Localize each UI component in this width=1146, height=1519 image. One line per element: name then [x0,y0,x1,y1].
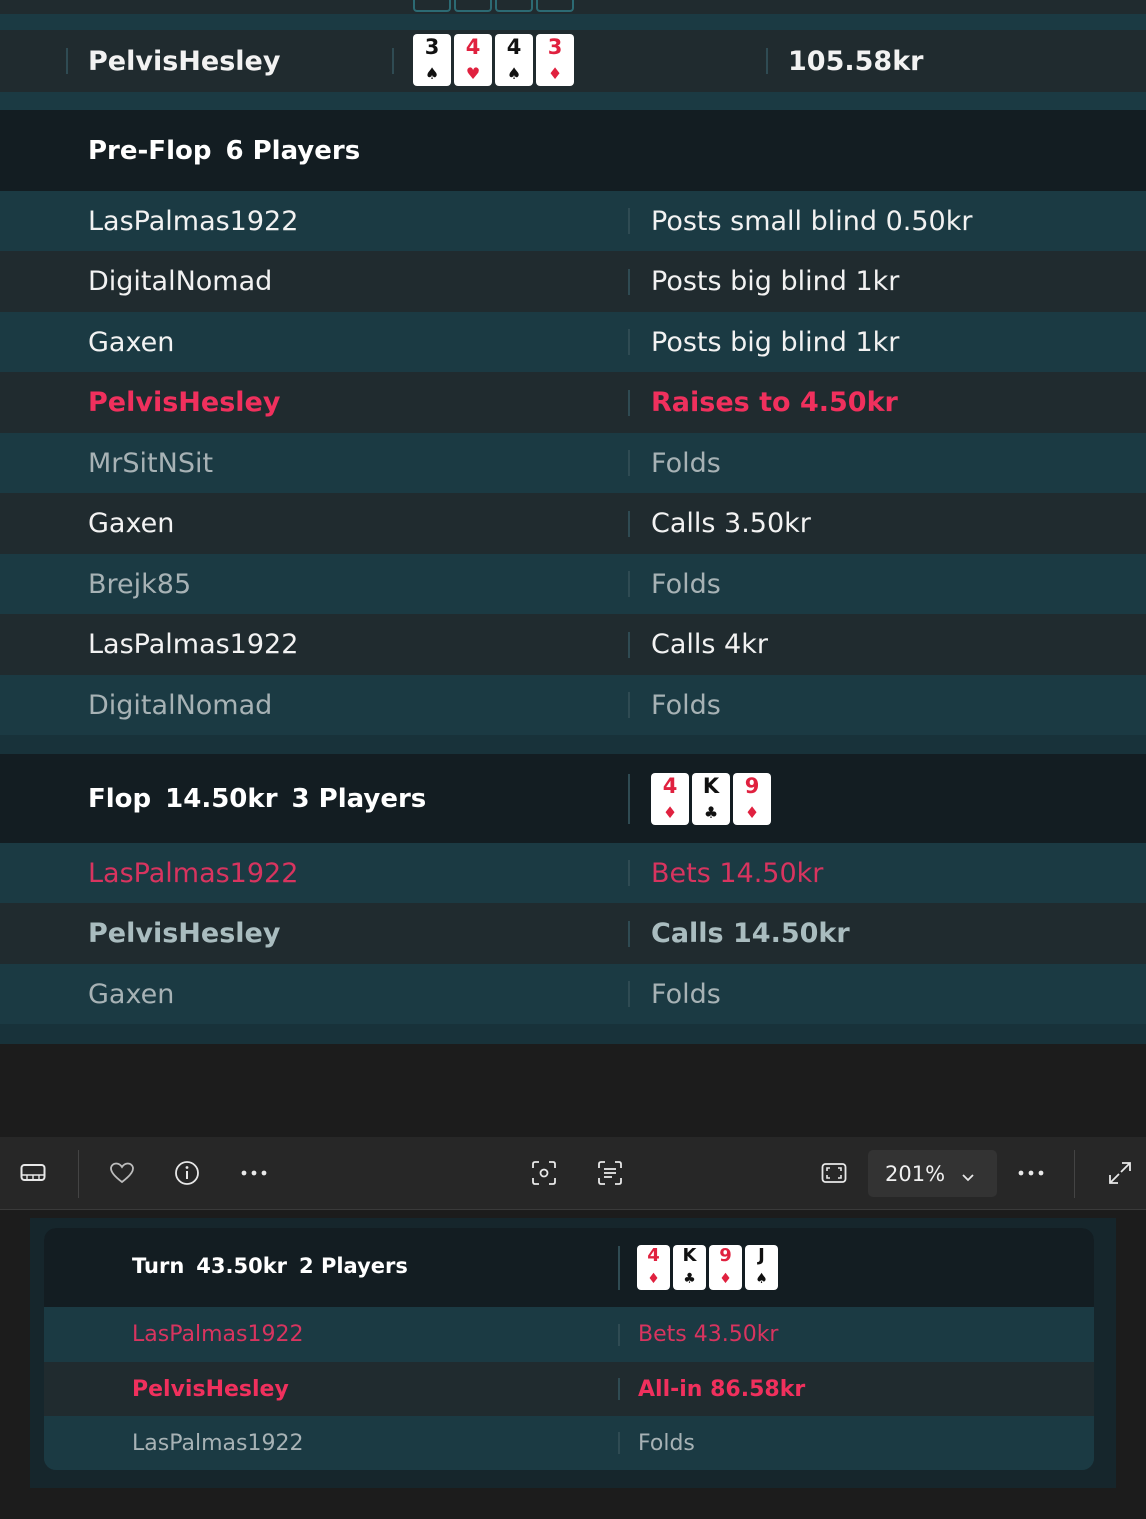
action-row: LasPalmas1922 Bets 43.50kr [44,1307,1094,1362]
expand-icon[interactable] [1106,1159,1134,1187]
playing-card: 4 ♠ [495,34,533,86]
playing-card: 4 ♦ [651,773,689,825]
player-name: MrSitNSit [88,447,214,479]
board-cards: 4 ♦ K ♣ 9 ♦ J ♠ [637,1245,778,1290]
action-row: Gaxen Folds [0,964,1146,1024]
action-text: Calls 4kr [651,629,768,660]
action-row: Brejk85 Folds [0,554,1146,614]
filmstrip-icon[interactable] [18,1158,48,1188]
street-header-turn: Turn 43.50kr 2 Players 4 ♦ K ♣ 9 ♦ J ♠ [44,1228,1094,1307]
info-icon[interactable] [173,1159,201,1187]
viewer-toolbar: 201% [0,1137,1146,1210]
player-count: 3 Players [291,783,427,814]
playing-card: 4 ♥ [454,34,492,86]
playing-card: 3 ♠ [413,34,451,86]
action-row: Gaxen Posts big blind 1kr [0,312,1146,372]
playing-card: 4 ♦ [637,1245,670,1290]
action-text: All-in 86.58kr [638,1376,806,1402]
action-row: LasPalmas1922 Folds [44,1416,1094,1470]
more-icon[interactable] [1017,1159,1045,1187]
action-row: PelvisHesley Calls 14.50kr [0,903,1146,964]
player-name: PelvisHesley [88,918,281,949]
street-header-flop: Flop 14.50kr 3 Players 4 ♦ K ♣ 9 ♦ [0,754,1146,843]
partial-row [0,0,1146,14]
win-amount: 105.58kr [788,45,924,77]
more-icon[interactable] [240,1159,268,1187]
ghost-cards [413,0,574,12]
action-text: Folds [651,689,721,721]
action-text: Raises to 4.50kr [651,387,898,418]
fit-screen-icon[interactable] [820,1159,848,1187]
action-text: Posts big blind 1kr [651,326,900,358]
street-label: Turn [132,1254,185,1278]
heart-icon[interactable] [108,1159,136,1187]
player-name: PelvisHesley [88,45,281,77]
playing-card: 9 ♦ [733,773,771,825]
player-name: Gaxen [88,508,175,539]
player-name: LasPalmas1922 [132,1430,304,1456]
action-text: Folds [638,1430,695,1456]
player-count: 2 Players [299,1254,408,1278]
zoom-dropdown[interactable]: 201% [868,1150,997,1197]
action-row: Gaxen Calls 3.50kr [0,493,1146,554]
action-row-highlight: PelvisHesley Raises to 4.50kr [0,372,1146,433]
summary-row: PelvisHesley 3 ♠ 4 ♥ 4 ♠ 3 ♦ 105.58kr [0,30,1146,92]
pot-size: 43.50kr [196,1254,288,1278]
visual-search-icon[interactable] [530,1159,558,1187]
player-name: PelvisHesley [132,1376,289,1402]
player-name: Gaxen [88,978,175,1010]
action-text: Bets 14.50kr [651,857,824,889]
player-name: PelvisHesley [88,387,281,418]
action-row: MrSitNSit Folds [0,433,1146,493]
playing-card: J ♠ [745,1245,778,1290]
playing-card: K ♣ [692,773,730,825]
action-text: Posts small blind 0.50kr [651,205,973,237]
player-count: 6 Players [225,135,361,166]
playing-card: 3 ♦ [536,34,574,86]
chevron-down-icon [961,1164,975,1188]
action-row-highlight: PelvisHesley All-in 86.58kr [44,1362,1094,1416]
street-label: Pre-Flop [88,135,212,166]
action-text: Bets 43.50kr [638,1322,779,1347]
action-text: Folds [651,978,721,1010]
player-name: Brejk85 [88,568,192,600]
action-text: Calls 3.50kr [651,508,811,539]
playing-card: K ♣ [673,1245,706,1290]
street-label: Flop [88,783,152,814]
action-row: LasPalmas1922 Bets 14.50kr [0,843,1146,903]
action-row: DigitalNomad Posts big blind 1kr [0,251,1146,312]
player-name: LasPalmas1922 [88,205,299,237]
street-header-preflop: Pre-Flop 6 Players [0,110,1146,191]
text-extract-icon[interactable] [596,1159,624,1187]
player-name: DigitalNomad [88,689,273,721]
player-name: LasPalmas1922 [88,857,299,889]
player-name: LasPalmas1922 [88,629,299,660]
pot-size: 14.50kr [165,783,278,814]
zoom-level: 201% [885,1161,946,1186]
hole-cards: 3 ♠ 4 ♥ 4 ♠ 3 ♦ [413,34,574,86]
action-text: Folds [651,447,721,479]
hand-history-view: PelvisHesley 3 ♠ 4 ♥ 4 ♠ 3 ♦ 105.58kr Pre-Fl… [0,0,1146,1044]
action-row: LasPalmas1922 Posts small blind 0.50kr [0,191,1146,251]
turn-panel: Turn 43.50kr 2 Players 4 ♦ K ♣ 9 ♦ J ♠ LasPalm… [44,1228,1094,1470]
playing-card: 9 ♦ [709,1245,742,1290]
action-text: Folds [651,568,721,600]
action-text: Calls 14.50kr [651,918,850,949]
board-cards: 4 ♦ K ♣ 9 ♦ [651,773,771,825]
action-text: Posts big blind 1kr [651,266,900,297]
player-name: DigitalNomad [88,266,273,297]
player-name: Gaxen [88,326,175,358]
action-row: DigitalNomad Folds [0,675,1146,735]
player-name: LasPalmas1922 [132,1322,304,1347]
action-row: LasPalmas1922 Calls 4kr [0,614,1146,675]
